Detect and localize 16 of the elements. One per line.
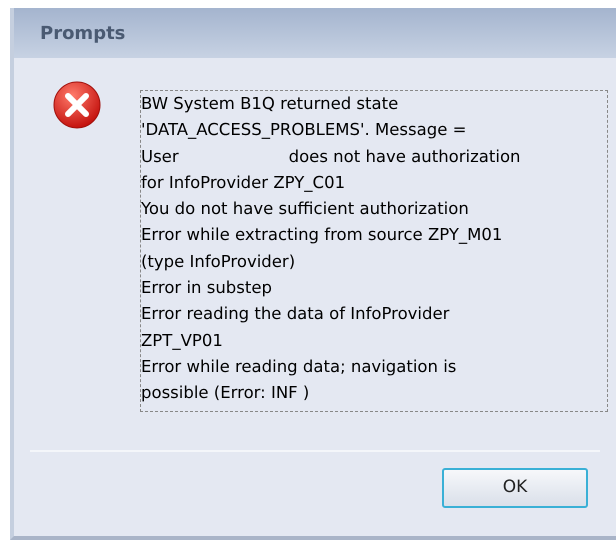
message-text: Error while reading data; navigation is	[141, 356, 456, 378]
message-text: for InfoProvider ZPY_C01	[141, 172, 346, 194]
window-title: Prompts	[40, 22, 126, 46]
message-text: 'DATA_ACCESS_PROBLEMS'. Message =	[141, 119, 466, 142]
message-text: Error reading the data of InfoProvider	[141, 303, 450, 326]
ok-button[interactable]: OK	[442, 468, 588, 508]
message-text: You do not have sufficient authorization	[141, 198, 469, 220]
message-text: Error while extracting from source ZPY_M01	[141, 224, 502, 246]
error-icon	[52, 80, 102, 130]
message-text: Error in substep	[141, 277, 272, 300]
message-text: possible (Error: INF )	[141, 382, 310, 404]
message-text: User	[141, 146, 179, 168]
message-text: (type InfoProvider)	[141, 250, 296, 273]
message-text: BW System B1Q returned state	[141, 93, 398, 115]
message-text: does not have authorization	[288, 146, 521, 168]
message-text: ZPT_VP01	[141, 330, 223, 352]
